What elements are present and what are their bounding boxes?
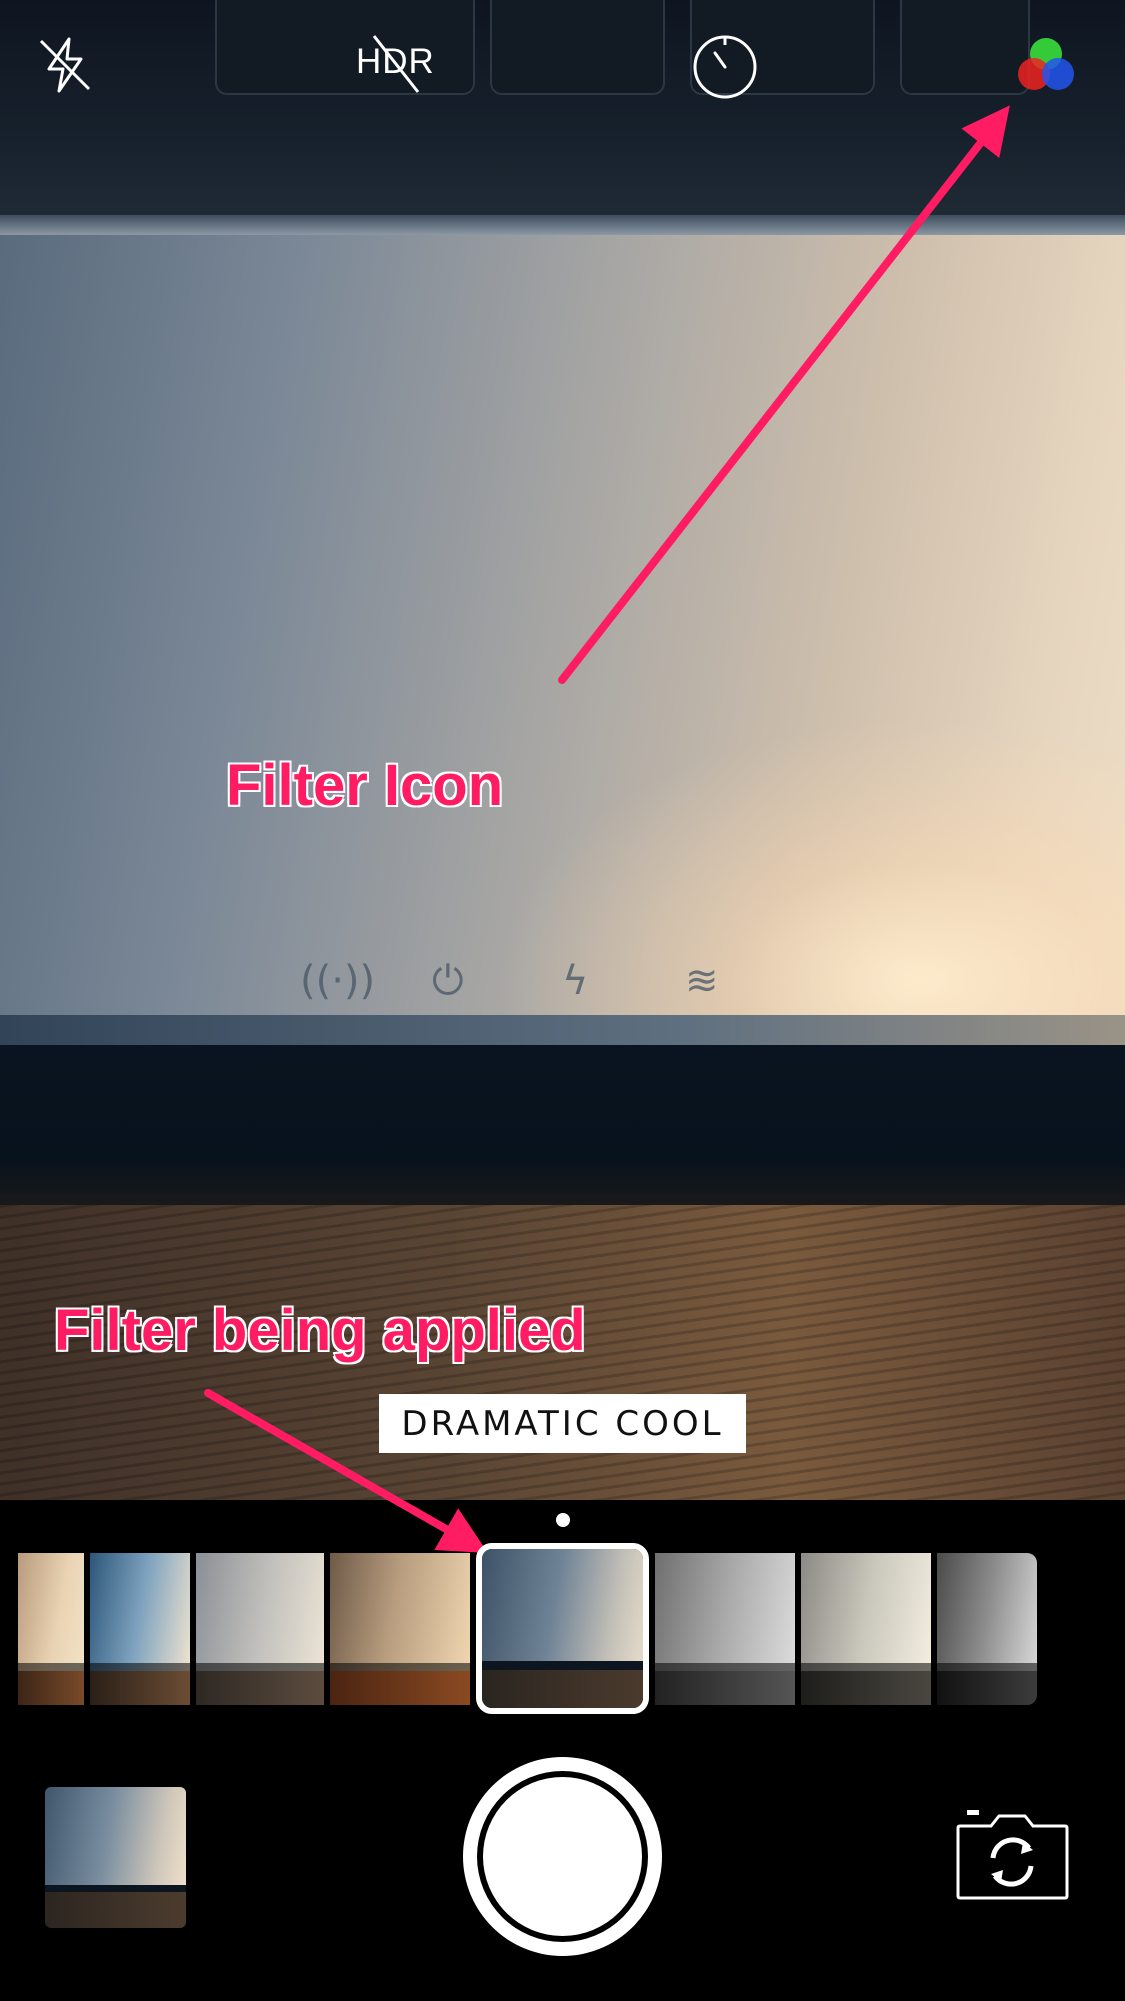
switch-camera-button[interactable] [955, 1810, 1070, 1902]
filter-name-badge: DRAMATIC COOL [379, 1394, 746, 1453]
filter-thumbnail[interactable] [801, 1553, 931, 1705]
laptop-lower-edge [0, 1015, 1125, 1045]
laptop-shadow [0, 1045, 1125, 1210]
filter-thumbnail[interactable] [330, 1553, 470, 1705]
viewfinder[interactable]: ((·)) ⏻ ϟ ≋ [0, 0, 1125, 1500]
hdr-off-slash-icon [372, 35, 420, 93]
filters-button[interactable] [1010, 30, 1080, 100]
filter-thumbnail[interactable] [18, 1553, 84, 1705]
filter-thumbnail[interactable] [196, 1553, 324, 1705]
flash-toggle[interactable] [30, 30, 100, 100]
last-photo-thumbnail[interactable] [45, 1787, 186, 1928]
switch-camera-icon [956, 1810, 1069, 1900]
filter-thumbnail[interactable] [937, 1553, 1037, 1705]
timer-button[interactable] [690, 32, 760, 102]
filter-thumbnail[interactable] [655, 1553, 795, 1705]
annotation-filter-applied: Filter being applied [53, 1297, 587, 1364]
storage-indicator-icon: ≋ [685, 958, 719, 1004]
annotation-filter-icon: Filter Icon [225, 752, 504, 819]
wifi-indicator-icon: ((·)) [300, 958, 376, 1004]
laptop-edge [0, 215, 1125, 235]
filters-icon [1018, 38, 1074, 90]
flash-off-icon [39, 37, 91, 93]
timer-icon [693, 35, 757, 99]
filter-thumbnail[interactable] [90, 1553, 190, 1705]
shutter-button[interactable] [463, 1757, 662, 1956]
hdr-toggle[interactable]: HDR [340, 34, 450, 94]
charge-indicator-icon: ϟ [562, 958, 589, 1004]
filter-position-dot [556, 1513, 570, 1527]
keyboard-area [0, 0, 1125, 215]
power-indicator-icon: ⏻ [432, 958, 464, 1004]
filter-thumbnail-selected[interactable] [476, 1543, 649, 1714]
